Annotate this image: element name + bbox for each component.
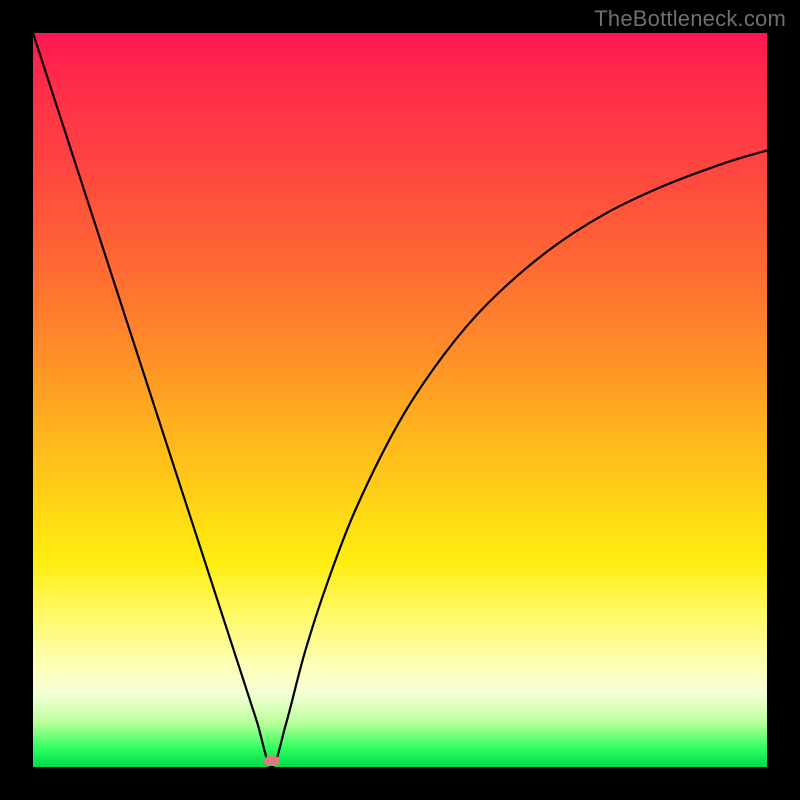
bottleneck-curve bbox=[33, 33, 767, 767]
plot-area bbox=[33, 33, 767, 767]
chart-stage: TheBottleneck.com bbox=[0, 0, 800, 800]
watermark-text: TheBottleneck.com bbox=[594, 6, 786, 32]
optimal-marker bbox=[264, 756, 280, 766]
curve-svg bbox=[33, 33, 767, 767]
